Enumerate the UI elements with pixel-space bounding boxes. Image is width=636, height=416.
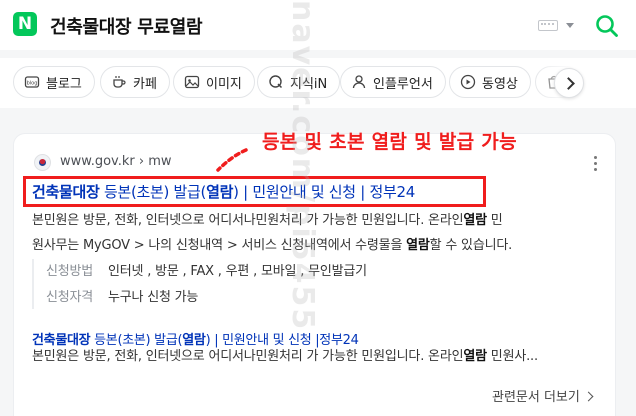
- meta-divider: [32, 259, 34, 309]
- result-description: 본민원은 방문, 전화, 인터넷으로 어디서나민원처리 가 가능한 민원입니다.…: [32, 213, 513, 253]
- annotation-arrow-icon: [216, 148, 248, 172]
- gov-favicon-icon: [34, 154, 51, 171]
- tab-label: 동영상: [482, 76, 518, 92]
- tab-influencer[interactable]: 인플루언서: [340, 66, 446, 98]
- search-result-card: www.gov.kr › mw 건축물대장 등본(초본) 발급(열람) | 민원…: [13, 133, 616, 416]
- image-icon: [184, 75, 200, 89]
- more-options-icon[interactable]: [594, 156, 598, 172]
- tab-kin[interactable]: 지식iN: [257, 66, 341, 98]
- tab-label: 지식iN: [290, 76, 328, 92]
- meta-row-method: 신청방법 인터넷 , 방문 , FAX , 우편 , 모바일 , 무인발급기: [46, 260, 367, 279]
- tabs-next-button[interactable]: [554, 68, 584, 98]
- meta-label: 신청자격: [46, 290, 94, 305]
- search-icon[interactable]: [595, 14, 619, 38]
- site-url[interactable]: www.gov.kr › mw: [60, 154, 172, 169]
- search-header: N 건축물대장 무료열람: [0, 0, 636, 50]
- search-query[interactable]: 건축물대장 무료열람: [50, 13, 203, 39]
- chevron-down-icon[interactable]: [566, 23, 574, 28]
- meta-value: 인터넷 , 방문 , FAX , 우편 , 모바일 , 무인발급기: [108, 264, 367, 279]
- tab-label: 블로그: [46, 76, 82, 92]
- keyboard-icon[interactable]: [538, 20, 558, 31]
- category-tabs: blog 블로그 카페 이미지 지식iN 인플루언서 동영상: [0, 58, 636, 108]
- naver-logo[interactable]: N: [13, 12, 37, 36]
- tab-label: 이미지: [206, 76, 242, 92]
- tab-label: 카페: [133, 76, 157, 92]
- tab-video[interactable]: 동영상: [449, 66, 531, 98]
- annotation-label: 등본 및 초본 열람 및 발급 가능: [262, 131, 517, 153]
- tab-images[interactable]: 이미지: [173, 66, 255, 98]
- meta-row-eligibility: 신청자격 누구나 신청 가능: [46, 286, 198, 305]
- sub-result-description: 본민원은 방문, 전화, 인터넷으로 어디서나민원처리 가 가능한 민원입니다.…: [32, 349, 538, 364]
- svg-text:blog: blog: [27, 81, 38, 87]
- influencer-icon: [352, 75, 366, 89]
- related-docs-link[interactable]: 관련문서 더보기: [492, 386, 592, 405]
- highlight-box: [23, 176, 486, 207]
- kin-icon: [269, 75, 283, 89]
- meta-label: 신청방법: [46, 264, 94, 279]
- cafe-icon: [113, 76, 126, 88]
- meta-value: 누구나 신청 가능: [108, 290, 199, 305]
- video-icon: [460, 74, 476, 90]
- tab-cafe[interactable]: 카페: [100, 66, 170, 98]
- blog-icon: blog: [24, 76, 40, 88]
- tab-blog[interactable]: blog 블로그: [13, 66, 95, 98]
- tab-label: 인플루언서: [373, 76, 433, 92]
